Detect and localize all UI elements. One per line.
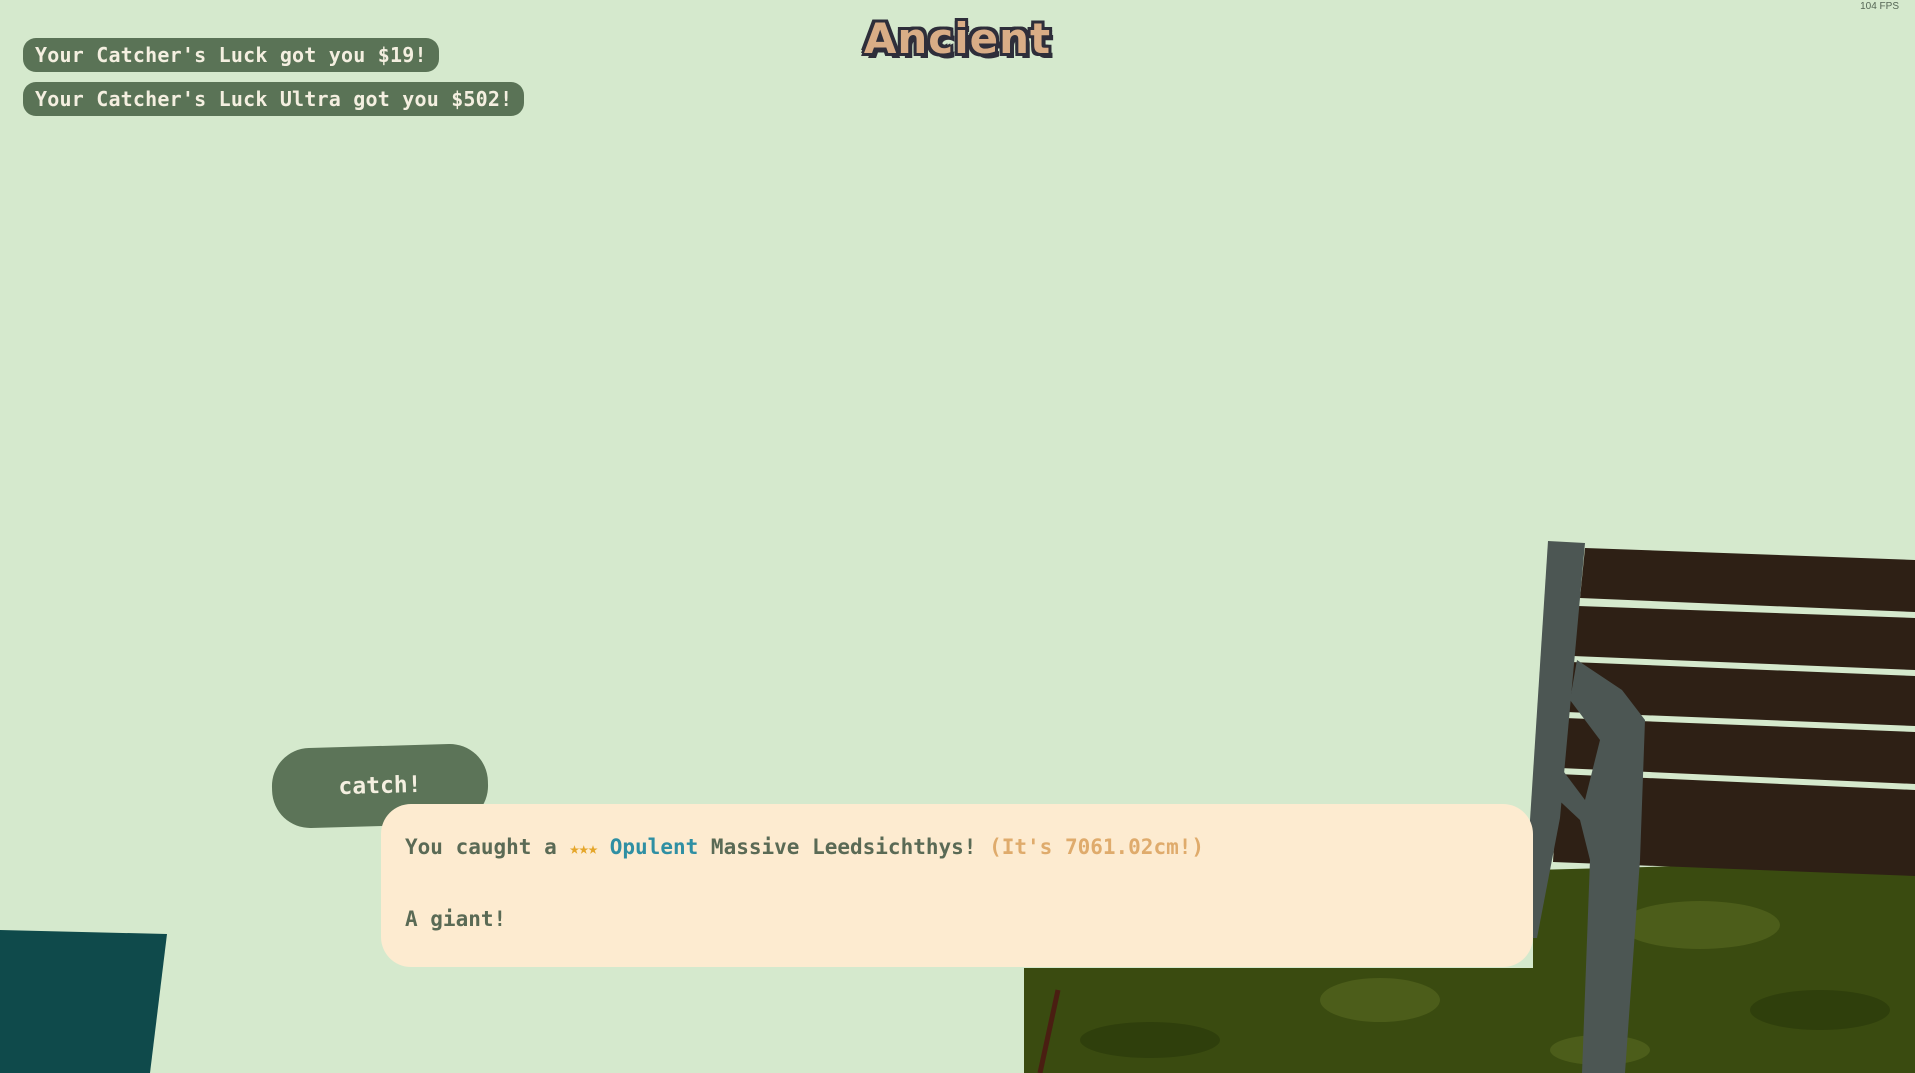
notification-toast: Your Catcher's Luck Ultra got you $502! <box>23 82 525 116</box>
catch-dialog: You caught a ★★★ Opulent Massive Leedsic… <box>381 804 1533 967</box>
rarity-title: Ancient <box>863 14 1052 63</box>
bench-slat <box>1573 606 1915 670</box>
grass-patch <box>1080 1022 1220 1058</box>
fish-modifier: Opulent <box>609 835 699 859</box>
catch-message: You caught a ★★★ Opulent Massive Leedsic… <box>405 832 1509 864</box>
grass-patch <box>1750 990 1890 1030</box>
grass-patch <box>1320 978 1440 1022</box>
bench-slat <box>1580 548 1915 612</box>
star-rating-icon: ★★★ <box>569 839 598 859</box>
water-block <box>0 930 167 1073</box>
fish-name: Massive Leedsichthys! <box>710 835 977 859</box>
fish-size: (It's 7061.02cm!) <box>989 835 1205 859</box>
catch-prefix: You caught a <box>405 835 557 859</box>
grass-patch <box>1620 901 1780 949</box>
catch-comment: A giant! <box>405 907 507 931</box>
fps-counter: 104 FPS <box>1860 1 1899 12</box>
